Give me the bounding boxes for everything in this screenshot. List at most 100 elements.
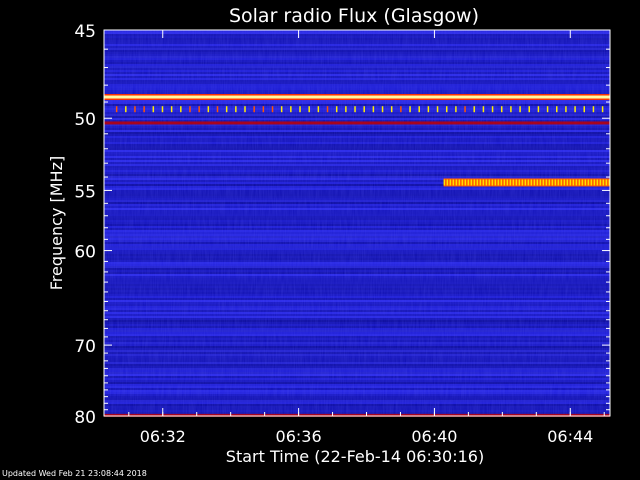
emission-hatch [503, 179, 506, 186]
spike-mark [574, 106, 576, 113]
plot-area [104, 30, 611, 417]
spike-mark [225, 106, 228, 113]
spike-mark [556, 106, 558, 113]
y-tick-label: 50 [74, 110, 96, 130]
emission-hatch [596, 179, 599, 186]
spike-mark [500, 106, 503, 113]
spike-mark [455, 106, 457, 113]
spike-mark [390, 106, 393, 113]
emission-hatch [482, 179, 485, 186]
chart-title: Solar radio Flux (Glasgow) [229, 5, 479, 27]
spike-mark [290, 106, 292, 113]
spike-mark [125, 106, 127, 113]
y-tick-label: 70 [74, 337, 96, 357]
update-timestamp: Updated Wed Feb 21 23:08:44 2018 [2, 469, 147, 478]
emission-hatch [572, 179, 575, 186]
emission-hatch [512, 179, 515, 186]
emission-hatch [473, 179, 476, 186]
emission-hatch [542, 179, 545, 186]
emission-hatch [593, 179, 596, 186]
x-axis-title: Start Time (22-Feb-14 06:30:16) [226, 447, 484, 466]
spike-mark [299, 106, 301, 113]
emission-hatch [479, 179, 482, 186]
emission-hatch [605, 179, 608, 186]
spike-mark [345, 106, 347, 113]
interference-line [104, 121, 610, 125]
spike-mark [262, 106, 265, 113]
emission-hatch [566, 179, 569, 186]
spike-mark [271, 106, 274, 113]
spike-mark [189, 106, 191, 113]
emission-hatch [584, 179, 587, 186]
spike-mark [134, 106, 136, 113]
emission-hatch [533, 179, 536, 186]
spike-mark [427, 106, 430, 113]
spike-mark [565, 106, 567, 113]
spike-mark [436, 106, 439, 113]
spike-mark [409, 106, 411, 113]
spike-mark [198, 106, 200, 113]
emission-hatch [527, 179, 530, 186]
spike-mark [510, 106, 512, 113]
emission-hatch [530, 179, 533, 186]
emission-hatch [461, 179, 464, 186]
emission-hatch [449, 179, 452, 186]
emission-hatch [494, 179, 497, 186]
emission-hatch [452, 179, 455, 186]
spike-mark [326, 106, 329, 113]
emission-hatch [455, 179, 458, 186]
emission-hatch [458, 179, 461, 186]
x-tick-label: 06:32 [140, 427, 186, 446]
x-tick-label: 06:40 [411, 427, 457, 446]
emission-hatch [563, 179, 566, 186]
emission-hatch [539, 179, 542, 186]
emission-hatch [524, 179, 527, 186]
x-tick-label: 06:44 [547, 427, 593, 446]
emission-hatch [506, 179, 509, 186]
emission-hatch [554, 179, 557, 186]
emission-hatch [515, 179, 518, 186]
spike-mark [335, 106, 338, 113]
y-tick-label: 80 [74, 408, 96, 428]
spike-mark [170, 106, 173, 113]
emission-hatch [443, 179, 446, 186]
emission-hatch [590, 179, 593, 186]
spike-mark [308, 106, 310, 113]
spike-mark [152, 106, 155, 113]
emission-hatch [548, 179, 551, 186]
emission-hatch [500, 179, 503, 186]
y-tick-label: 45 [74, 22, 96, 42]
emission-hatch [602, 179, 605, 186]
emission-hatch [497, 179, 500, 186]
spike-mark [161, 106, 164, 113]
spike-mark [372, 106, 375, 113]
spike-mark [583, 106, 586, 113]
emission-hatch [485, 179, 488, 186]
spike-mark [537, 106, 540, 113]
spike-mark [601, 106, 604, 113]
spike-mark [280, 106, 283, 113]
spike-mark [381, 106, 384, 113]
spike-mark [216, 106, 219, 113]
emission-hatch [551, 179, 554, 186]
spike-mark [143, 106, 145, 113]
emission-hatch [491, 179, 494, 186]
emission-hatch [575, 179, 578, 186]
emission-hatch [560, 179, 563, 186]
emission-hatch [578, 179, 581, 186]
emission-hatch [509, 179, 512, 186]
emission-hatch [470, 179, 473, 186]
spike-mark [491, 106, 494, 113]
spectrogram-chart: 45 50 55 60 70 80 06:32 06:36 06:40 06:44 Solar r… [0, 0, 640, 480]
spike-mark [317, 106, 320, 113]
emission-hatch [536, 179, 539, 186]
emission-hatch [599, 179, 602, 186]
spike-mark [482, 106, 485, 113]
spike-mark [418, 106, 420, 113]
spike-mark [235, 106, 237, 113]
interference-line-core [104, 95, 610, 99]
emission-hatch [545, 179, 548, 186]
spike-mark [546, 106, 549, 113]
spike-mark [180, 106, 182, 113]
y-tick-label: 55 [74, 182, 96, 202]
